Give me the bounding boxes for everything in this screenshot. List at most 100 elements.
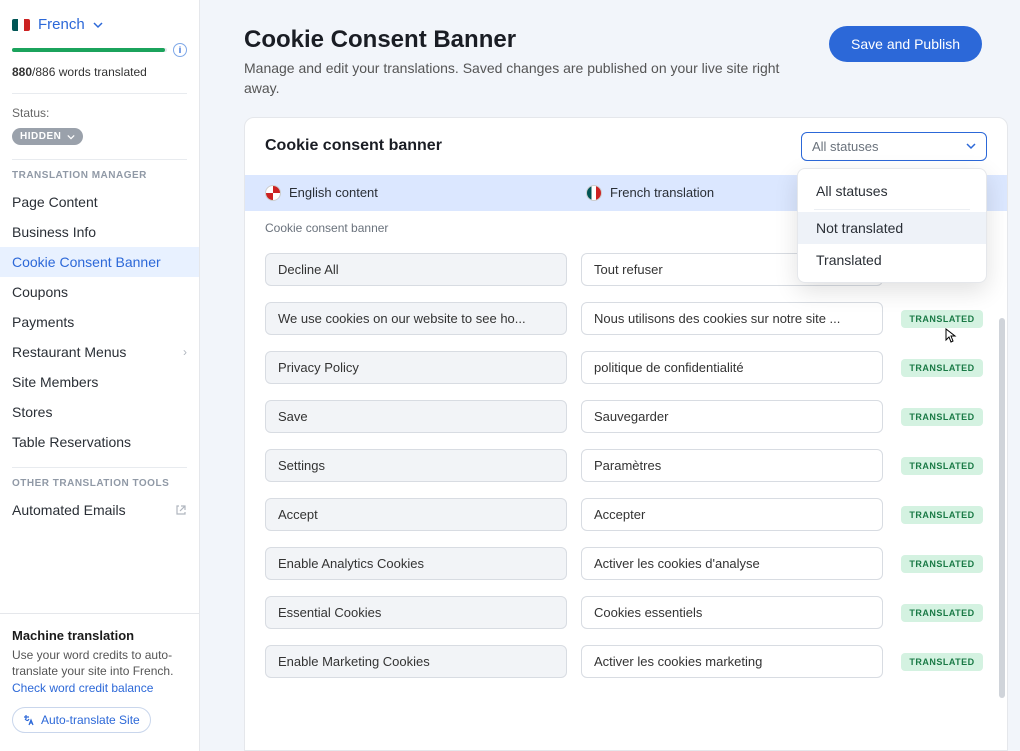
- chevron-right-icon: ›: [183, 345, 187, 359]
- translation-text: Paramètres: [581, 449, 883, 482]
- status-badge: TRANSLATED: [901, 604, 982, 622]
- status-badge: TRANSLATED: [901, 408, 982, 426]
- translation-cell[interactable]: Activer les cookies marketing: [581, 645, 883, 678]
- auto-translate-button[interactable]: Auto-translate Site: [12, 707, 151, 733]
- nav-cookie-consent[interactable]: Cookie Consent Banner: [0, 247, 199, 277]
- progress-fill: [12, 48, 165, 52]
- progress-bar: [12, 48, 167, 52]
- nav-business-info[interactable]: Business Info: [0, 217, 199, 247]
- translation-cell[interactable]: Activer les cookies d'analyse: [581, 547, 883, 580]
- language-name: French: [38, 16, 85, 33]
- source-text: Enable Analytics Cookies: [265, 547, 567, 580]
- translation-text: Nous utilisons des cookies sur notre sit…: [581, 302, 883, 335]
- status-badge: TRANSLATED: [901, 506, 982, 524]
- dropdown-all-statuses[interactable]: All statuses: [798, 175, 986, 207]
- source-text: Settings: [265, 449, 567, 482]
- status-badge-cell: TRANSLATED: [897, 603, 987, 622]
- translation-row: AcceptAccepterTRANSLATED: [245, 490, 1007, 539]
- words-count: 880: [12, 65, 32, 79]
- source-text: Save: [265, 400, 567, 433]
- nav-restaurant-menus[interactable]: Restaurant Menus›: [0, 337, 199, 367]
- scrollbar[interactable]: [999, 318, 1005, 698]
- translation-row: Enable Marketing Cookies Activer les cook…: [245, 637, 1007, 686]
- status-dropdown: All statuses Not translated Translated: [797, 168, 987, 283]
- translation-row: Settings Paramètres TRANSLATED: [245, 441, 1007, 490]
- status-badge-cell: TRANSLATED: [897, 407, 987, 426]
- flag-fr-icon: [12, 19, 30, 31]
- chevron-down-icon: [67, 133, 75, 141]
- nav-payments[interactable]: Payments: [0, 307, 199, 337]
- status-badge: TRANSLATED: [901, 457, 982, 475]
- translation-cell[interactable]: politique de confidentialité: [581, 351, 883, 384]
- rows-container: Decline AllTout refuserTRANSLATEDWe use …: [245, 245, 1007, 750]
- nav-table-reservations[interactable]: Table Reservations: [0, 427, 199, 457]
- source-cell: Decline All: [265, 253, 567, 286]
- machine-title: Machine translation: [12, 628, 187, 643]
- translation-row: Essential Cookies Cookies essentiels TRANS…: [245, 588, 1007, 637]
- translation-cell[interactable]: Paramètres: [581, 449, 883, 482]
- source-text: Essential Cookies: [265, 596, 567, 629]
- status-badge: TRANSLATED: [901, 359, 982, 377]
- status-badge: TRANSLATED: [901, 310, 982, 328]
- language-selector[interactable]: French: [0, 12, 199, 43]
- source-cell: Save: [265, 400, 567, 433]
- translation-cell[interactable]: Cookies essentiels: [581, 596, 883, 629]
- translation-text: Activer les cookies marketing: [581, 645, 883, 678]
- col-translation-label: French translation: [610, 185, 714, 200]
- words-total: 886: [35, 65, 55, 79]
- status-badge-cell: TRANSLATED: [897, 554, 987, 573]
- status-filter: All statuses All statuses Not translated…: [801, 132, 987, 161]
- sidebar-upper: French i 880/886 words translated Status…: [0, 0, 199, 613]
- credit-balance-link[interactable]: Check word credit balance: [12, 681, 153, 695]
- status-value: HIDDEN: [20, 131, 61, 142]
- section-manager: TRANSLATION MANAGER: [0, 160, 199, 187]
- translation-row: Privacy Policy politique de confidentiali…: [245, 343, 1007, 392]
- translation-text: Sauvegarder: [581, 400, 883, 433]
- words-label: words translated: [59, 65, 147, 79]
- machine-desc: Use your word credits to auto-translate …: [12, 647, 187, 679]
- source-text: Decline All: [265, 253, 567, 286]
- info-icon[interactable]: i: [173, 43, 187, 57]
- section-other: OTHER TRANSLATION TOOLS: [0, 468, 199, 495]
- status-badge-cell: TRANSLATED: [897, 358, 987, 377]
- status-label: Status:: [0, 94, 199, 126]
- save-publish-button[interactable]: Save and Publish: [829, 26, 982, 62]
- flag-fr-icon: [586, 185, 602, 201]
- source-cell: We use cookies on our website to see ho.…: [265, 302, 567, 335]
- auto-translate-label: Auto-translate Site: [41, 713, 140, 727]
- nav-coupons[interactable]: Coupons: [0, 277, 199, 307]
- nav-automated-emails[interactable]: Automated Emails: [0, 495, 199, 525]
- panel-top: Cookie consent banner All statuses All s…: [245, 118, 1007, 175]
- nav-site-members[interactable]: Site Members: [0, 367, 199, 397]
- dropdown-not-translated[interactable]: Not translated: [798, 212, 986, 244]
- source-cell: Enable Marketing Cookies: [265, 645, 567, 678]
- source-text: Enable Marketing Cookies: [265, 645, 567, 678]
- sidebar: French i 880/886 words translated Status…: [0, 0, 200, 751]
- main-header: Cookie Consent Banner Manage and edit yo…: [200, 20, 1008, 117]
- col-source-label: English content: [289, 185, 378, 200]
- status-badge-cell: TRANSLATED: [897, 456, 987, 475]
- status-pill[interactable]: HIDDEN: [12, 128, 83, 145]
- chevron-down-icon: [966, 141, 976, 151]
- words-translated: 880/886 words translated: [0, 57, 199, 93]
- source-cell: Enable Analytics Cookies: [265, 547, 567, 580]
- source-text: We use cookies on our website to see ho.…: [265, 302, 567, 335]
- status-badge-cell: TRANSLATED: [897, 652, 987, 671]
- flag-us-icon: [265, 185, 281, 201]
- translation-text: Activer les cookies d'analyse: [581, 547, 883, 580]
- chevron-down-icon: [93, 20, 103, 30]
- translate-icon: [23, 714, 35, 726]
- status-filter-trigger[interactable]: All statuses: [801, 132, 987, 161]
- source-text: Privacy Policy: [265, 351, 567, 384]
- nav-page-content[interactable]: Page Content: [0, 187, 199, 217]
- status-badge-cell: TRANSLATED: [897, 309, 987, 328]
- status-badge: TRANSLATED: [901, 653, 982, 671]
- translation-text: Accepter: [581, 498, 883, 531]
- source-cell: Privacy Policy: [265, 351, 567, 384]
- translation-cell[interactable]: Sauvegarder: [581, 400, 883, 433]
- dropdown-translated[interactable]: Translated: [798, 244, 986, 276]
- translation-cell[interactable]: Nous utilisons des cookies sur notre sit…: [581, 302, 883, 335]
- translation-cell[interactable]: Accepter: [581, 498, 883, 531]
- external-link-icon: [175, 504, 187, 516]
- nav-stores[interactable]: Stores: [0, 397, 199, 427]
